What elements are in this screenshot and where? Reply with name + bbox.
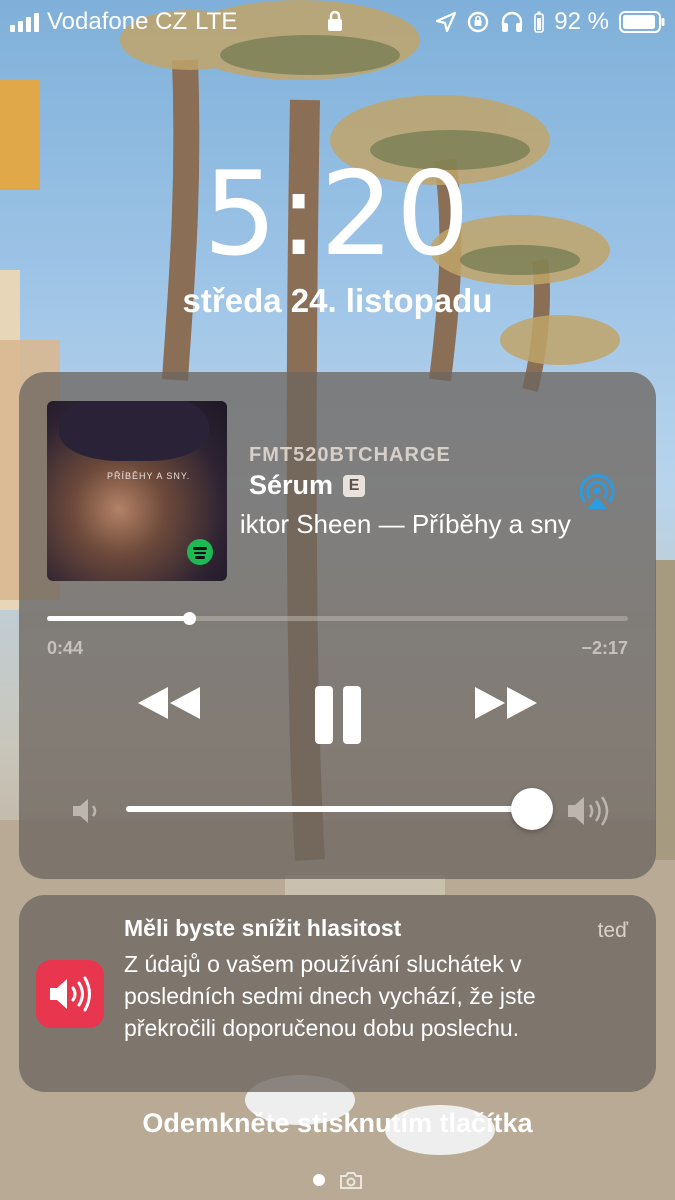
lock-icon (328, 10, 342, 31)
notification-title: Měli byste snížit hlasitost (124, 915, 402, 941)
explicit-badge: E (343, 474, 366, 497)
pause-button[interactable] (313, 684, 363, 746)
elapsed-time: 0:44 (47, 638, 84, 658)
volume-slider-knob[interactable] (510, 788, 553, 830)
camera-icon[interactable] (339, 1170, 363, 1190)
status-bar: Vodafone CZ LTE 92 % (0, 0, 675, 44)
lock-screen-time: 5:20 (203, 147, 472, 282)
volume-slider[interactable] (126, 788, 553, 830)
track-title: Sérum (249, 470, 334, 500)
page-indicator (0, 1170, 675, 1190)
now-playing-widget[interactable]: PŘÍBĚHY A SNY. FMT520BTCHARGE Sérum E Vi… (19, 372, 656, 879)
album-art-caption: PŘÍBĚHY A SNY. (107, 471, 191, 481)
track-title-row: Sérum E (249, 470, 366, 501)
airplay-icon[interactable] (576, 472, 618, 512)
speaker-wave-icon (50, 976, 91, 1012)
headphones-icon (502, 11, 523, 32)
location-arrow-icon (436, 12, 457, 32)
notification-time: teď (597, 919, 628, 942)
artist-album-label: Viktor Sheen — Příběhy a sny (241, 509, 571, 539)
output-device-name: FMT520BTCHARGE (249, 444, 451, 466)
playback-scrubber-knob[interactable] (183, 612, 197, 625)
rewind-button[interactable] (134, 683, 204, 723)
battery-icon (619, 11, 665, 33)
page-dot-current (312, 1174, 325, 1186)
fast-forward-button[interactable] (471, 683, 541, 723)
playback-scrubber[interactable] (47, 612, 628, 625)
remaining-time: −2:17 (581, 638, 628, 658)
notification-body: Z údajů o vašem používání sluchátek v po… (124, 951, 536, 1041)
album-art[interactable]: PŘÍBĚHY A SNY. (47, 401, 227, 581)
volume-min-icon (73, 799, 97, 823)
network-label: LTE (195, 8, 238, 35)
spotify-icon (187, 539, 213, 565)
hearing-notification[interactable]: Měli byste snížit hlasitost teď Z údajů … (19, 895, 656, 1092)
rotation-lock-icon (468, 11, 489, 33)
lock-screen-date: středa 24. listopadu (182, 282, 493, 319)
unlock-hint: Odemkněte stisknutím tlačítka (142, 1108, 533, 1138)
headphone-battery-icon (534, 11, 545, 33)
volume-slider-fill (126, 806, 532, 812)
artist-album-marquee: Viktor Sheen — Příběhy a sny (241, 509, 571, 549)
battery-percent: 92 % (554, 8, 609, 35)
cellular-signal-icon (10, 12, 39, 32)
notification-app-icon (36, 960, 104, 1028)
playback-progress-fill (47, 616, 190, 621)
volume-max-icon (568, 796, 609, 826)
carrier-label: Vodafone CZ (47, 8, 188, 35)
